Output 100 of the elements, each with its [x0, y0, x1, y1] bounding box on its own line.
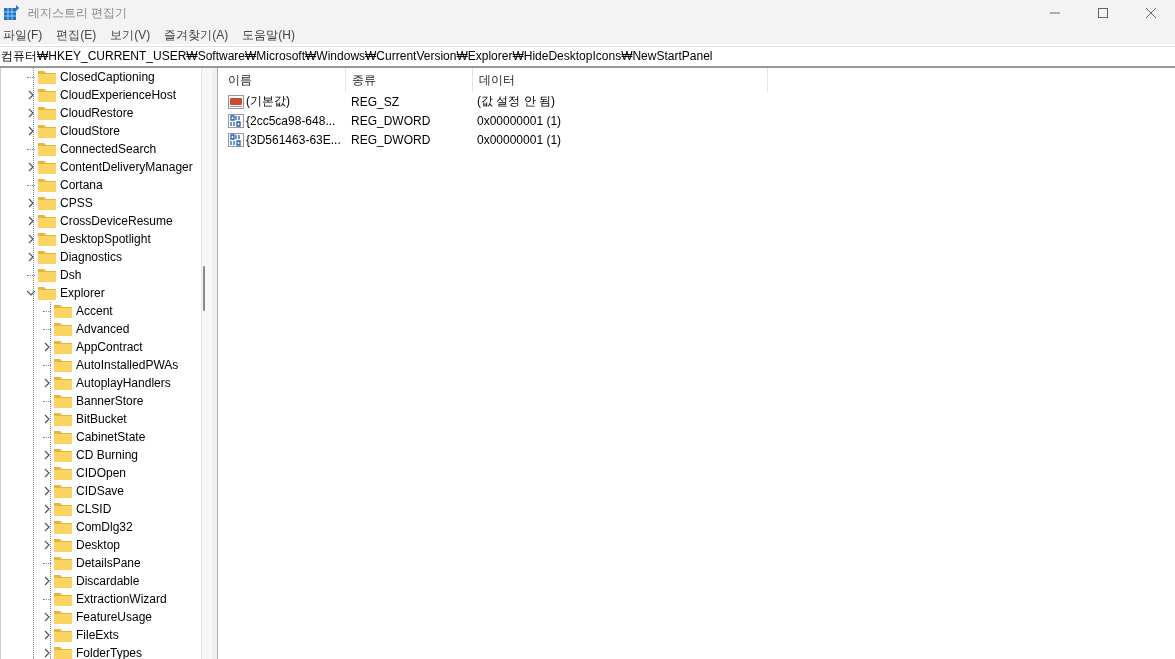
tree-item[interactable]: ComDlg32 [1, 518, 201, 536]
chevron-right-icon[interactable] [27, 162, 35, 172]
chevron-right-icon[interactable] [43, 612, 51, 622]
tree-item[interactable]: CabinetState [1, 428, 201, 446]
window-title: 레지스트리 편집기 [28, 4, 129, 22]
chevron-right-icon[interactable] [43, 414, 51, 424]
tree-item[interactable]: Advanced [1, 320, 201, 338]
chevron-right-icon[interactable] [43, 378, 51, 388]
menu-item[interactable]: 즐겨찾기(A) [164, 26, 229, 44]
tree-item[interactable]: CloudStore [1, 122, 201, 140]
tree-item[interactable]: DetailsPane [1, 554, 201, 572]
column-header[interactable]: 데이터 [473, 68, 768, 92]
value-data: (값 설정 안 됨) [476, 93, 556, 110]
tree-item[interactable]: CIDOpen [1, 464, 201, 482]
column-header[interactable]: 이름 [222, 68, 346, 92]
chevron-right-icon[interactable] [27, 216, 35, 226]
tree-item[interactable]: Explorer [1, 284, 201, 302]
close-icon [1145, 7, 1157, 19]
menu-item[interactable]: 보기(V) [110, 26, 151, 44]
chevron-right-icon[interactable] [43, 468, 51, 478]
chevron-right-icon[interactable] [27, 252, 35, 262]
maximize-icon [1097, 7, 1109, 19]
folder-icon [54, 394, 72, 408]
tree-item[interactable]: Cortana [1, 176, 201, 194]
tree-item[interactable]: Diagnostics [1, 248, 201, 266]
chevron-right-icon[interactable] [43, 450, 51, 460]
folder-icon [38, 142, 56, 156]
folder-icon [38, 250, 56, 264]
folder-icon [54, 574, 72, 588]
tree-item[interactable]: ConnectedSearch [1, 140, 201, 158]
tree-item[interactable]: ExtractionWizard [1, 590, 201, 608]
chevron-right-icon[interactable] [27, 108, 35, 118]
scrollbar[interactable] [201, 68, 212, 659]
folder-icon [54, 448, 72, 462]
folder-icon [38, 196, 56, 210]
value-row[interactable]: {3D561463-63E... REG_DWORD 0x00000001 (1) [222, 130, 1175, 149]
tree-item[interactable]: FolderTypes [1, 644, 201, 659]
tree-item[interactable]: AutoInstalledPWAs [1, 356, 201, 374]
value-row[interactable]: (기본값) REG_SZ (값 설정 안 됨) [222, 92, 1175, 111]
chevron-right-icon[interactable] [43, 486, 51, 496]
tree-item[interactable]: FileExts [1, 626, 201, 644]
folder-icon [54, 466, 72, 480]
folder-icon [38, 268, 56, 282]
tree-item[interactable]: ClosedCaptioning [1, 68, 201, 86]
chevron-right-icon[interactable] [27, 198, 35, 208]
tree-item[interactable]: CloudRestore [1, 104, 201, 122]
tree-item[interactable]: Dsh [1, 266, 201, 284]
tree-item[interactable]: Accent [1, 302, 201, 320]
value-row[interactable]: {2cc5ca98-648... REG_DWORD 0x00000001 (1) [222, 111, 1175, 130]
tree-item[interactable]: AutoplayHandlers [1, 374, 201, 392]
menu-item[interactable]: 도움말(H) [242, 26, 295, 44]
folder-icon [54, 358, 72, 372]
chevron-right-icon[interactable] [27, 90, 35, 100]
folder-icon [54, 376, 72, 390]
tree-item[interactable]: CIDSave [1, 482, 201, 500]
tree-item[interactable]: BannerStore [1, 392, 201, 410]
menu-item[interactable]: 편집(E) [56, 26, 97, 44]
chevron-right-icon[interactable] [27, 234, 35, 244]
tree-item[interactable]: AppContract [1, 338, 201, 356]
tree-item[interactable]: CrossDeviceResume [1, 212, 201, 230]
tree-item[interactable]: CD Burning [1, 446, 201, 464]
column-header[interactable]: 종류 [346, 68, 473, 92]
tree-item[interactable]: BitBucket [1, 410, 201, 428]
chevron-right-icon[interactable] [43, 576, 51, 586]
value-data: 0x00000001 (1) [476, 113, 563, 128]
tree-item[interactable]: FeatureUsage [1, 608, 201, 626]
folder-icon [54, 502, 72, 516]
chevron-right-icon[interactable] [43, 630, 51, 640]
folder-icon [38, 214, 56, 228]
chevron-right-icon[interactable] [43, 504, 51, 514]
folder-icon [54, 646, 72, 659]
folder-icon [38, 232, 56, 246]
tree-item[interactable]: Desktop [1, 536, 201, 554]
value-name: (기본값) [246, 93, 290, 110]
chevron-right-icon[interactable] [43, 540, 51, 550]
folder-icon [38, 160, 56, 174]
chevron-right-icon[interactable] [43, 648, 51, 658]
tree-item[interactable]: CLSID [1, 500, 201, 518]
folder-icon [38, 124, 56, 138]
chevron-right-icon[interactable] [27, 126, 35, 136]
folder-icon [54, 322, 72, 336]
tree-item[interactable]: ContentDeliveryManager [1, 158, 201, 176]
chevron-right-icon[interactable] [43, 522, 51, 532]
value-type: REG_SZ [350, 94, 400, 109]
tree-item[interactable]: CPSS [1, 194, 201, 212]
address-bar[interactable]: 컴퓨터₩HKEY_CURRENT_USER₩Software₩Microsoft₩Windows₩CurrentVersion₩Explorer₩HideDesktopIcons₩NewStartPanel [0, 46, 1175, 68]
folder-icon [54, 412, 72, 426]
folder-icon [54, 520, 72, 534]
app-icon [4, 5, 20, 21]
chevron-right-icon[interactable] [43, 342, 51, 352]
folder-icon [38, 70, 56, 84]
scrollbar-thumb[interactable] [203, 266, 205, 311]
tree-item[interactable]: DesktopSpotlight [1, 230, 201, 248]
value-name: {3D561463-63E... [246, 132, 341, 147]
chevron-down-icon[interactable] [27, 288, 35, 298]
menu-item[interactable]: 파일(F) [3, 26, 43, 44]
folder-icon [54, 304, 72, 318]
tree-item[interactable]: CloudExperienceHost [1, 86, 201, 104]
tree-item[interactable]: Discardable [1, 572, 201, 590]
folder-icon [54, 628, 72, 642]
